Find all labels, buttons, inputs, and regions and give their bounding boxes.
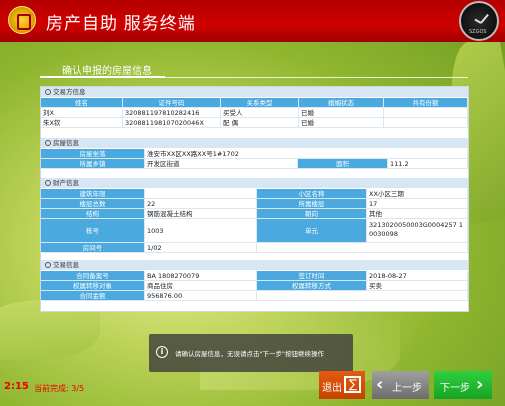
property-label: 楼层总数 [41, 199, 145, 209]
address-label: 房屋坐落 [41, 149, 145, 159]
party-id: 320881198107020046X [123, 118, 221, 128]
property-value: 1003 [145, 219, 257, 243]
party-marital: 已婚 [299, 118, 384, 128]
property-label: 所属楼层 [257, 199, 367, 209]
area-label: 面积 [298, 159, 388, 169]
property-label: 朝向 [257, 209, 367, 219]
col-header-marital: 婚姻状态 [299, 98, 384, 108]
col-header-id: 证件号码 [123, 98, 221, 108]
property-value: XX小区三期 [367, 189, 468, 199]
header-bar: 房产自助 服务终端 SZGOS [0, 0, 505, 42]
property-value: 3213020050003G0004257 10030098 [367, 219, 468, 243]
property-value: 22 [145, 199, 257, 209]
contract-label: 权属转移对象 [41, 281, 145, 291]
party-marital: 已婚 [299, 108, 384, 118]
party-id: 320881197810282416 [123, 108, 221, 118]
prev-label: 上一步 [392, 383, 422, 394]
property-value: 17 [367, 199, 468, 209]
party-name: 朱X钦 [41, 118, 123, 128]
info-panel: 交易方信息 姓名 证件号码 关系类型 婚姻状态 共有份额 刘X 32088119… [40, 86, 469, 312]
empty-cell [257, 243, 468, 253]
collapse-icon [45, 140, 51, 146]
property-label: 小区名称 [257, 189, 367, 199]
chevron-right-icon: › [476, 374, 484, 395]
party-name: 刘X [41, 108, 123, 118]
contract-label: 合同备案号 [41, 271, 145, 281]
exit-button[interactable]: 退出 [319, 371, 365, 399]
exit-label: 退出 [322, 383, 342, 394]
col-header-name: 姓名 [41, 98, 123, 108]
page-title: 确认申报的房屋信息 [62, 66, 152, 77]
section-header-property: 财产信息 [41, 178, 468, 188]
prev-button[interactable]: ‹ 上一步 [372, 371, 429, 399]
contract-value: BA 1808270079 [145, 271, 257, 281]
collapse-icon [45, 180, 51, 186]
contract-label: 合同金额 [41, 291, 145, 301]
area-value: 111.2 [388, 159, 468, 169]
property-label: 建筑年限 [41, 189, 145, 199]
property-label: 结构 [41, 209, 145, 219]
contract-value: 2018-08-27 [367, 271, 468, 281]
collapse-icon [45, 262, 51, 268]
app-title: 房产自助 服务终端 [46, 14, 196, 33]
address-value: 淮安市XX区XX路XX号1#1702 [145, 149, 468, 159]
emblem-logo-icon [8, 6, 36, 34]
property-label: 栋号 [41, 219, 145, 243]
contract-value: 956876.00 [145, 291, 257, 301]
party-relation: 买受人 [221, 108, 299, 118]
info-icon: i [156, 346, 168, 358]
property-value [145, 189, 257, 199]
contract-label: 权属转移方式 [257, 281, 367, 291]
notice-box: i 请确认房屋信息，无误请点击"下一步"按钮继续操作 [149, 334, 353, 372]
collapse-icon [45, 89, 51, 95]
next-button[interactable]: 下一步 › [434, 371, 492, 399]
section-header-parties: 交易方信息 [41, 87, 468, 97]
property-label: 单元 [257, 219, 367, 243]
property-value: 1/02 [145, 243, 257, 253]
property-value: 其他 [367, 209, 468, 219]
town-value: 开发区街道 [145, 159, 298, 169]
next-label: 下一步 [440, 383, 470, 394]
chevron-left-icon: ‹ [376, 374, 384, 395]
section-header-house: 房屋信息 [41, 138, 468, 148]
progress-status: 当前完成: 3/5 [34, 384, 85, 393]
exit-icon [344, 376, 361, 393]
property-value: 钢筋混凝土结构 [145, 209, 257, 219]
countdown-timer: 2:15 [4, 381, 29, 392]
party-share [384, 118, 468, 128]
notice-text: 请确认房屋信息，无误请点击"下一步"按钮继续操作 [175, 350, 324, 358]
contract-value: 买卖 [367, 281, 468, 291]
party-share [384, 108, 468, 118]
title-underline [40, 76, 165, 78]
empty-cell [257, 291, 468, 301]
contract-value: 商品住房 [145, 281, 257, 291]
section-header-contract: 交易信息 [41, 260, 468, 270]
property-label: 房间号 [41, 243, 145, 253]
contract-label: 签订时间 [257, 271, 367, 281]
col-header-share: 共有份额 [384, 98, 468, 108]
party-relation: 配 偶 [221, 118, 299, 128]
clock-icon: SZGOS [459, 1, 499, 41]
town-label: 所属乡镇 [41, 159, 145, 169]
col-header-relation: 关系类型 [221, 98, 299, 108]
